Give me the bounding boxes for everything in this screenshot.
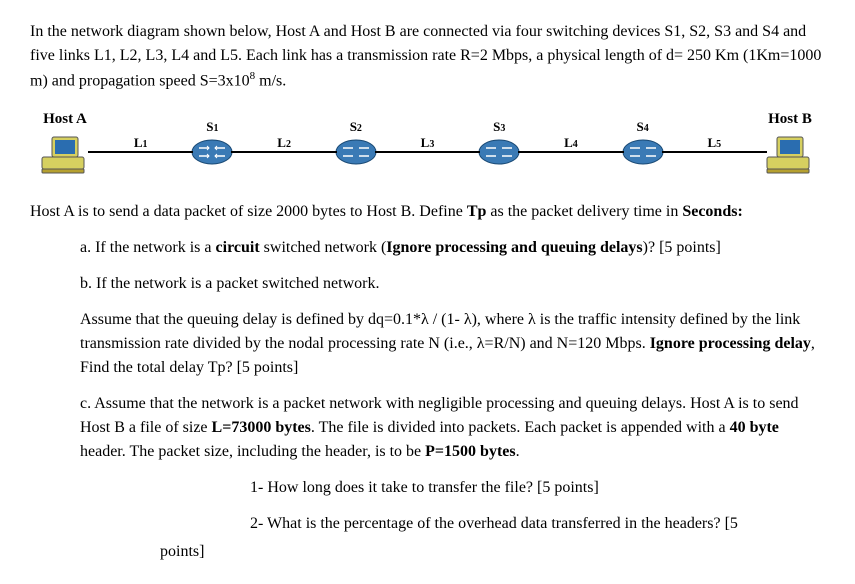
sub-question-2: 2- What is the percentage of the overhea… [250,512,825,536]
sub-question-2-tail: points] [160,540,825,564]
link-label-l3: L3 [421,133,435,153]
link-l3: L3 [375,151,480,153]
host-a-label: Host A [43,108,87,131]
link-label-l5: L5 [707,133,721,153]
switch-icon [478,138,520,166]
network-diagram: Host A L1 S1 L2 S2 L3 S3 [30,108,825,175]
switch-s4: S4 [622,117,664,167]
tp-bold: Tp [467,203,487,220]
problem-intro: In the network diagram shown below, Host… [30,20,825,93]
question-b: b. If the network is a packet switched n… [80,272,825,296]
switch-label-s2: S2 [350,117,362,137]
switch-label-s1: S1 [206,117,218,137]
switch-icon [335,138,377,166]
switch-s2: S2 [335,117,377,167]
switch-label-s3: S3 [493,117,505,137]
host-a: Host A [40,108,90,175]
question-a: a. If the network is a circuit switched … [80,236,825,260]
link-l1: L1 [88,151,193,153]
problem-body: Host A is to send a data packet of size … [30,200,825,224]
switch-s1: S1 [191,117,233,167]
switch-icon [191,138,233,166]
switch-label-s4: S4 [637,117,649,137]
seconds-bold: Seconds: [682,203,742,220]
link-l2: L2 [231,151,336,153]
computer-icon [765,135,815,175]
link-l4: L4 [518,151,623,153]
sub-question-1: 1- How long does it take to transfer the… [250,476,825,500]
intro-text: In the network diagram shown below, Host… [30,23,821,89]
intro-tail: m/s. [255,72,286,89]
link-label-l1: L1 [134,133,148,153]
link-l5: L5 [662,151,767,153]
link-label-l2: L2 [277,133,291,153]
switch-s3: S3 [478,117,520,167]
computer-icon [40,135,90,175]
host-b-label: Host B [768,108,812,131]
assumption-text: Assume that the queuing delay is defined… [80,308,825,380]
link-label-l4: L4 [564,133,578,153]
switch-icon [622,138,664,166]
host-b: Host B [765,108,815,175]
question-c: c. Assume that the network is a packet n… [80,392,825,464]
